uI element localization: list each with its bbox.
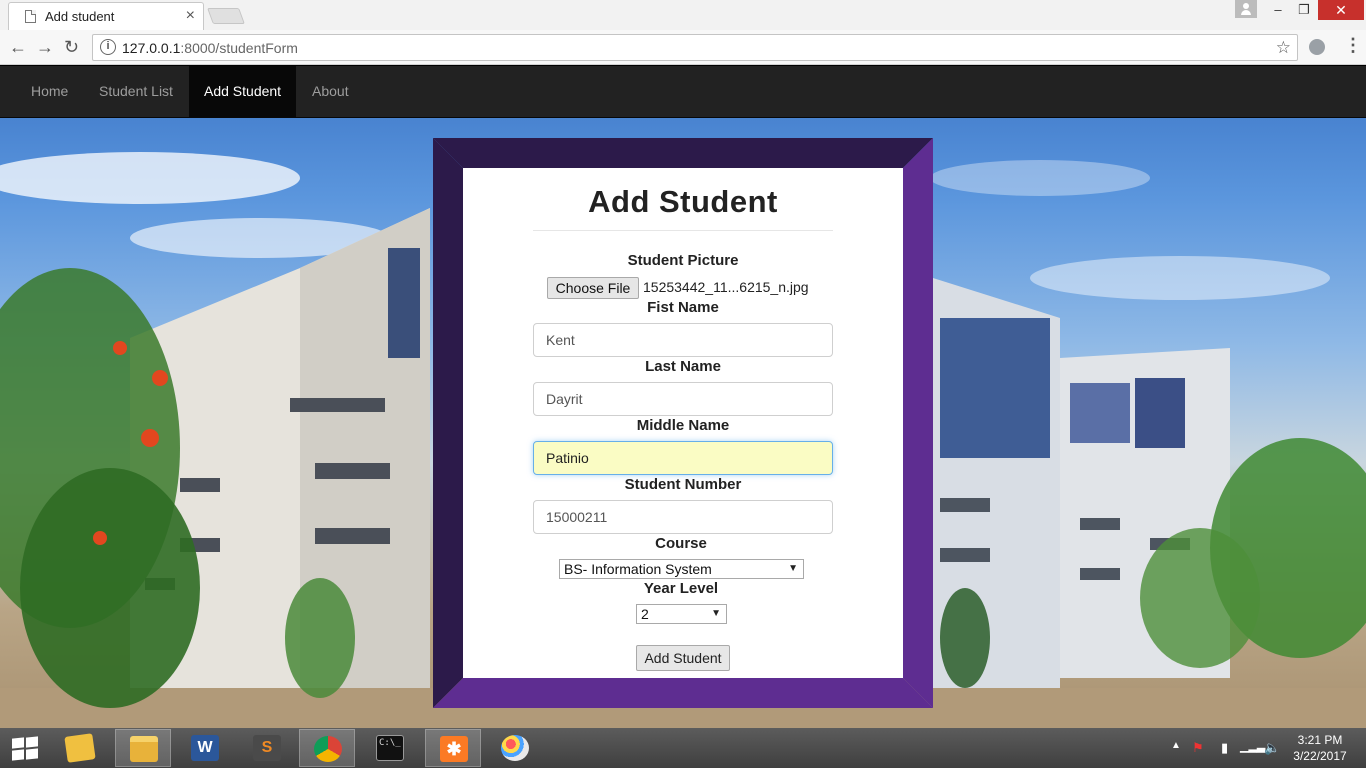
system-clock[interactable]: 3:21 PM 3/22/2017 [1282, 732, 1358, 764]
year-level-select-value: 2 [641, 606, 649, 622]
taskbar-paint[interactable] [487, 729, 543, 767]
taskbar-file-manager[interactable] [115, 729, 171, 767]
browser-menu-icon[interactable]: ⋮ [1344, 35, 1362, 56]
minimize-button[interactable]: – [1264, 0, 1292, 20]
address-bar[interactable]: i 127.0.0.1:8000/studentForm ☆ [92, 34, 1298, 61]
last-name-input[interactable]: Dayrit [533, 382, 833, 416]
volume-icon[interactable]: 🔈 [1264, 740, 1280, 756]
tab-title: Add student [45, 9, 115, 24]
choose-file-button[interactable]: Choose File [547, 277, 639, 299]
student-picture-label: Student Picture [627, 252, 739, 269]
page-viewport: Home Student List Add Student About Add … [0, 66, 1366, 728]
maximize-button[interactable]: ❐ [1290, 0, 1318, 20]
taskbar-xampp[interactable]: ✱ [425, 729, 481, 767]
close-tab-icon[interactable]: × [186, 7, 195, 25]
course-select-value: BS- Information System [564, 561, 712, 577]
paint-icon [501, 735, 529, 761]
xampp-icon: ✱ [440, 736, 468, 762]
dropdown-arrow-icon: ▼ [711, 608, 721, 619]
word-icon: W [191, 735, 219, 761]
extension-icon[interactable] [1309, 39, 1325, 55]
taskbar-sublime-text[interactable]: S [239, 729, 295, 767]
file-manager-icon [130, 736, 158, 762]
last-name-label: Last Name [645, 358, 721, 375]
taskbar-chrome[interactable] [299, 729, 355, 767]
show-hidden-icons-icon[interactable]: ▲ [1171, 740, 1181, 751]
first-name-input[interactable]: Kent [533, 323, 833, 357]
url-host: 127.0.0.1 [122, 40, 181, 56]
course-label: Course [655, 535, 707, 552]
form-title: Add Student [588, 184, 778, 219]
nav-add-student[interactable]: Add Student [189, 66, 297, 117]
folder-icon [64, 733, 96, 763]
middle-name-input[interactable]: Patinio [533, 441, 833, 475]
taskbar-word[interactable]: W [177, 729, 233, 767]
bookmark-star-icon[interactable]: ☆ [1276, 38, 1291, 58]
taskbar-command-prompt[interactable]: C:\_ [362, 729, 418, 767]
chrome-icon [314, 736, 342, 762]
windows-start-icon[interactable] [12, 736, 38, 761]
year-level-label: Year Level [643, 580, 719, 597]
user-icon[interactable] [1235, 0, 1257, 18]
battery-icon[interactable]: ▮ [1221, 740, 1228, 756]
first-name-label: Fist Name [647, 299, 719, 316]
year-level-select[interactable]: 2 ▼ [636, 604, 727, 624]
windows-taskbar: W S C:\_ ✱ ▲ ⚑ ▮ ▁▂▃ 🔈 3:21 PM 3/22/2017 [0, 728, 1366, 768]
site-navbar: Home Student List Add Student About [0, 66, 1366, 118]
nav-about[interactable]: About [297, 66, 364, 117]
new-tab-button[interactable] [207, 8, 245, 24]
clock-time: 3:21 PM [1297, 733, 1343, 747]
browser-tab[interactable]: Add student × [8, 2, 204, 30]
add-student-submit-button[interactable]: Add Student [636, 645, 730, 671]
sublime-text-icon: S [253, 735, 281, 761]
action-center-flag-icon[interactable]: ⚑ [1192, 740, 1204, 756]
nav-home[interactable]: Home [16, 66, 83, 117]
course-select[interactable]: BS- Information System ▼ [559, 559, 804, 579]
forward-arrow-icon[interactable]: → [36, 37, 54, 58]
close-window-button[interactable]: ✕ [1318, 0, 1364, 20]
url-path: :8000/studentForm [180, 40, 298, 56]
command-prompt-icon: C:\_ [376, 735, 404, 761]
middle-name-label: Middle Name [636, 417, 730, 434]
dropdown-arrow-icon: ▼ [788, 563, 798, 574]
info-icon[interactable]: i [100, 39, 116, 55]
url-text: 127.0.0.1:8000/studentForm [122, 40, 298, 56]
reload-icon[interactable]: ↻ [64, 37, 79, 58]
add-student-form: Add Student Student Picture Choose File … [463, 168, 903, 678]
back-arrow-icon[interactable]: ← [9, 37, 27, 58]
taskbar-file-explorer[interactable] [52, 729, 108, 767]
student-number-label: Student Number [624, 476, 742, 493]
title-divider [533, 230, 833, 231]
clock-date: 3/22/2017 [1293, 749, 1347, 763]
nav-student-list[interactable]: Student List [84, 66, 188, 117]
network-signal-icon[interactable]: ▁▂▃ [1240, 740, 1265, 753]
selected-file-name: 15253442_11...6215_n.jpg [643, 279, 809, 295]
form-frame: Add Student Student Picture Choose File … [433, 138, 933, 708]
browser-tab-strip: Add student × – ❐ ✕ [0, 0, 1366, 30]
page-icon [25, 10, 36, 23]
student-number-input[interactable]: 15000211 [533, 500, 833, 534]
browser-toolbar: ← → ↻ i 127.0.0.1:8000/studentForm ☆ ⋮ [0, 30, 1366, 65]
